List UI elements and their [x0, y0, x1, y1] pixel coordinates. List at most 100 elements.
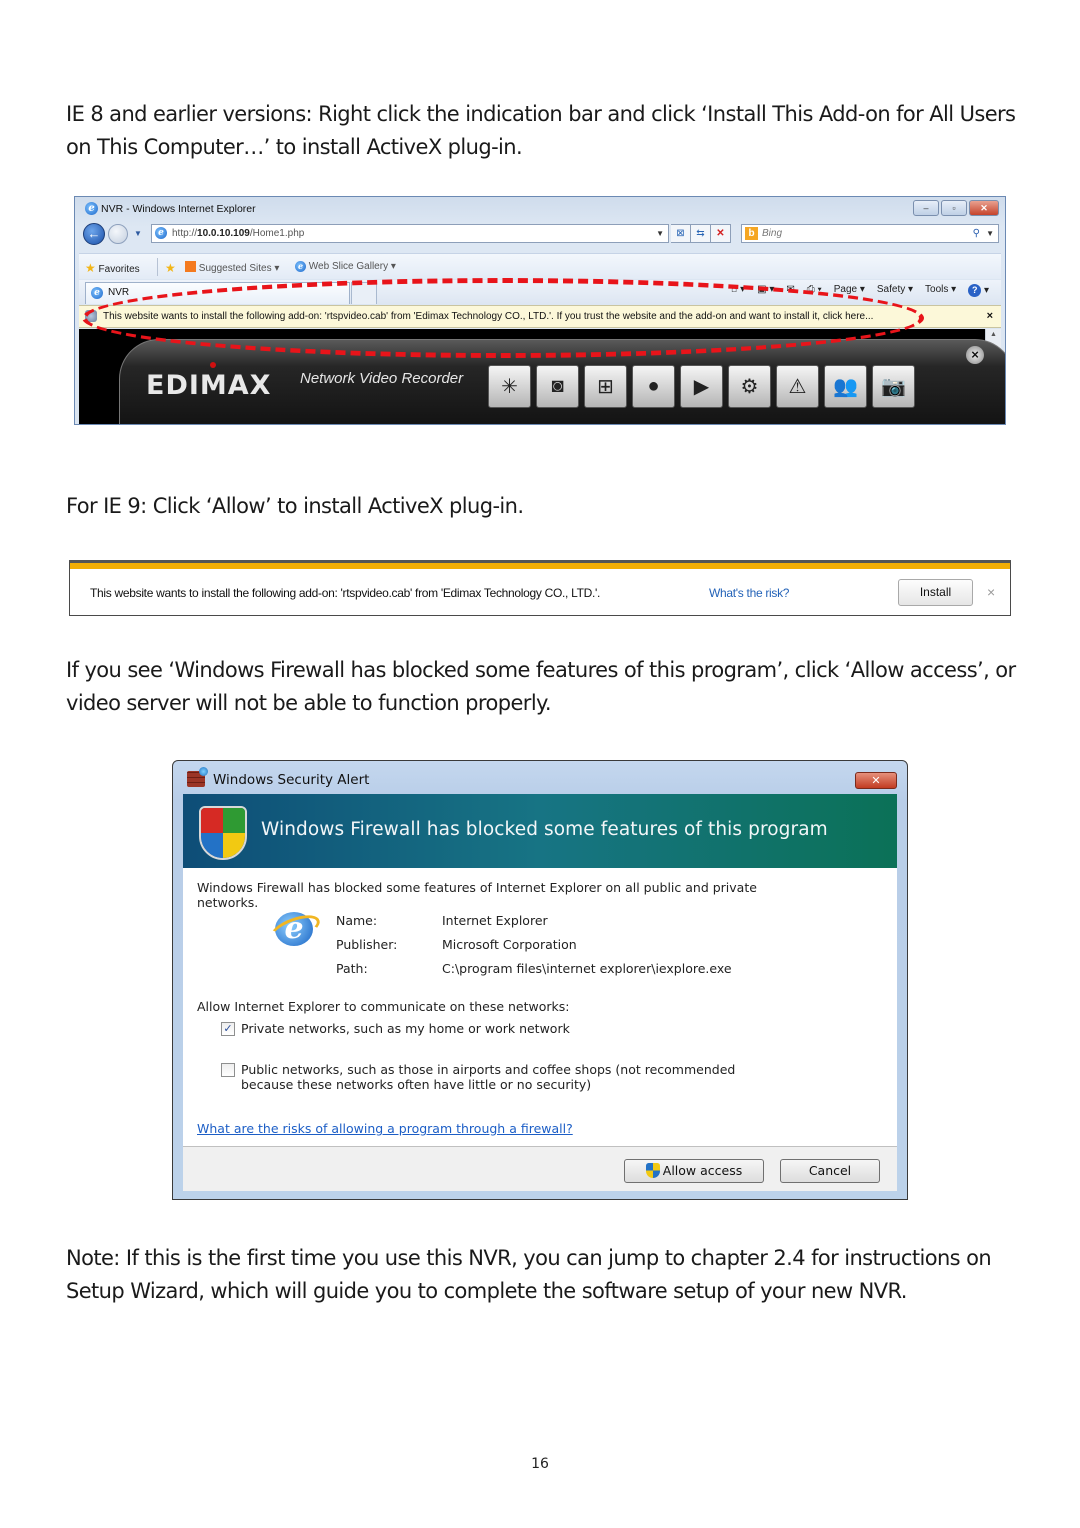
playback-icon[interactable]: ▶	[680, 365, 723, 408]
page-number: 16	[531, 1456, 549, 1472]
favorites-button[interactable]: ★ Favorites	[85, 261, 140, 275]
help-icon: ?	[968, 284, 982, 297]
dialog-close-button[interactable]: ✕	[855, 772, 897, 789]
search-dropdown-icon[interactable]: ▼	[986, 225, 994, 242]
whats-the-risk-link[interactable]: What's the risk?	[709, 586, 789, 600]
snapshot-icon[interactable]: 📷	[872, 365, 915, 408]
add-to-favorites-icon[interactable]: ★	[165, 261, 176, 275]
home-icon[interactable]: ⌂ ▾	[731, 284, 745, 297]
tab-nvr[interactable]: e NVR	[85, 282, 350, 304]
page-icon: e	[155, 227, 167, 239]
refresh-icon[interactable]: ⇆	[691, 224, 711, 243]
nvr-subtitle: Network Video Recorder	[300, 370, 464, 387]
alert-banner: Windows Firewall has blocked some featur…	[183, 794, 897, 868]
networks-prompt: Allow Internet Explorer to communicate o…	[197, 999, 570, 1014]
publisher-label: Publisher:	[336, 937, 398, 952]
internet-explorer-icon: e	[275, 912, 313, 946]
info-bar-shield-icon	[85, 310, 97, 322]
ie8-instruction-text: IE 8 and earlier versions: Right click t…	[66, 102, 1016, 159]
install-button[interactable]: Install	[898, 579, 973, 606]
alarm-icon[interactable]: ⚠	[776, 365, 819, 408]
public-networks-checkbox[interactable]	[221, 1063, 235, 1077]
address-bar[interactable]: e http://10.0.10.109/Home1.php ▼	[151, 224, 669, 243]
address-prefix: http://	[172, 228, 198, 239]
dialog-title: Windows Security Alert	[213, 772, 370, 788]
network-icon[interactable]: ⊞	[584, 365, 627, 408]
nvr-close-icon[interactable]: ×	[966, 346, 984, 364]
navigation-bar: ← ▼ e http://10.0.10.109/Home1.php ▼ ⊠ ⇆…	[75, 221, 1005, 247]
camera-icon[interactable]: ◙	[536, 365, 579, 408]
publisher-value: Microsoft Corporation	[442, 937, 577, 952]
mail-icon[interactable]: ✉	[786, 284, 794, 297]
nvr-toolbar: ✳ ◙ ⊞ ● ▶ ⚙ ⚠ 👥 📷	[488, 365, 915, 408]
window-title: NVR - Windows Internet Explorer	[101, 203, 256, 215]
tab-ie-icon: e	[91, 287, 103, 299]
search-input[interactable]: b Bing ⚲ ▼	[741, 224, 999, 243]
compatibility-view-icon[interactable]: ⊠	[671, 224, 691, 243]
firewall-instruction-text: If you see ‘Windows Firewall has blocked…	[66, 658, 1016, 715]
notification-accent-strip	[70, 563, 1010, 569]
forward-button[interactable]	[108, 224, 128, 244]
public-networks-label-2[interactable]: because these networks often have little…	[241, 1077, 591, 1092]
back-button[interactable]: ←	[83, 223, 105, 245]
allow-access-button[interactable]: Allow access	[624, 1159, 764, 1183]
info-bar-text: This website wants to install the follow…	[103, 311, 874, 322]
favorites-bar: ★ Favorites ★ Suggested Sites ▾ e Web Sl…	[79, 253, 1001, 279]
firewall-icon	[187, 767, 208, 787]
firewall-risks-link[interactable]: What are the risks of allowing a program…	[197, 1121, 573, 1136]
ie8-window-screenshot: e NVR - Windows Internet Explorer – ▫ ✕ …	[74, 196, 1006, 425]
suggested-sites-icon	[185, 261, 196, 272]
divider	[157, 258, 158, 276]
ie9-instruction-text: For IE 9: Click ‘Allow’ to install Activ…	[66, 494, 524, 518]
logo-dot	[210, 362, 216, 368]
name-value: Internet Explorer	[442, 913, 548, 928]
scroll-up-icon[interactable]: ▲	[986, 331, 1001, 338]
uac-shield-icon	[645, 1163, 660, 1178]
maximize-button[interactable]: ▫	[941, 200, 967, 216]
help-menu[interactable]: ? ▾	[968, 284, 989, 297]
nvr-header-panel: × EDIMAX Network Video Recorder ✳ ◙ ⊞ ● ▶ ⚙ ⚠ 👥…	[119, 339, 1005, 424]
address-host: 10.0.10.109	[197, 228, 250, 239]
ie-logo-icon: e	[85, 202, 98, 215]
safety-menu[interactable]: Safety ▾	[877, 284, 913, 297]
minimize-button[interactable]: –	[913, 200, 939, 216]
web-slice-icon: e	[295, 261, 306, 272]
feeds-icon[interactable]: ▣ ▾	[757, 284, 774, 297]
dialog-footer: Allow access Cancel	[183, 1146, 897, 1191]
information-bar[interactable]: This website wants to install the follow…	[79, 305, 1001, 328]
path-label: Path:	[336, 961, 368, 976]
banner-heading: Windows Firewall has blocked some featur…	[261, 819, 828, 840]
stop-icon[interactable]: ✕	[711, 224, 731, 243]
star-icon: ★	[85, 261, 96, 275]
address-dropdown-icon[interactable]: ▼	[656, 225, 664, 242]
dialog-body: Windows Firewall has blocked some featur…	[183, 868, 897, 1146]
record-icon[interactable]: ●	[632, 365, 675, 408]
new-tab-button[interactable]	[351, 282, 377, 304]
cancel-button[interactable]: Cancel	[780, 1159, 880, 1183]
address-path: /Home1.php	[249, 228, 305, 239]
print-icon[interactable]: ⎙ ▾	[807, 284, 822, 297]
windows-security-alert-dialog: Windows Security Alert ✕ Windows Firewal…	[172, 760, 908, 1200]
page-menu[interactable]: Page ▾	[834, 284, 865, 297]
close-window-button[interactable]: ✕	[969, 200, 999, 216]
bing-logo-icon: b	[745, 227, 758, 240]
command-bar: ⌂ ▾ ▣ ▾ ✉ ⎙ ▾ Page ▾ Safety ▾ Tools ▾ ? …	[731, 284, 989, 297]
edimax-logo: EDIMAX	[146, 362, 271, 401]
tools-menu[interactable]: Tools ▾	[925, 284, 956, 297]
wizard-icon[interactable]: ✳	[488, 365, 531, 408]
suggested-sites-button[interactable]: Suggested Sites ▾	[185, 261, 279, 274]
private-networks-checkbox[interactable]: ✓	[221, 1022, 235, 1036]
search-placeholder: Bing	[762, 228, 783, 239]
public-networks-label-1[interactable]: Public networks, such as those in airpor…	[241, 1062, 735, 1077]
search-icon[interactable]: ⚲	[973, 225, 980, 242]
title-bar: e NVR - Windows Internet Explorer – ▫ ✕	[75, 197, 1005, 219]
private-networks-label[interactable]: Private networks, such as my home or wor…	[241, 1021, 570, 1036]
notification-close-icon[interactable]: ×	[987, 584, 995, 600]
info-bar-close-icon[interactable]: ×	[987, 306, 993, 327]
settings-icon[interactable]: ⚙	[728, 365, 771, 408]
security-shield-icon	[199, 806, 247, 860]
history-dropdown-icon[interactable]: ▼	[134, 229, 142, 238]
block-description: Windows Firewall has blocked some featur…	[197, 880, 757, 910]
users-icon[interactable]: 👥	[824, 365, 867, 408]
web-slice-gallery-button[interactable]: e Web Slice Gallery ▾	[295, 261, 396, 272]
